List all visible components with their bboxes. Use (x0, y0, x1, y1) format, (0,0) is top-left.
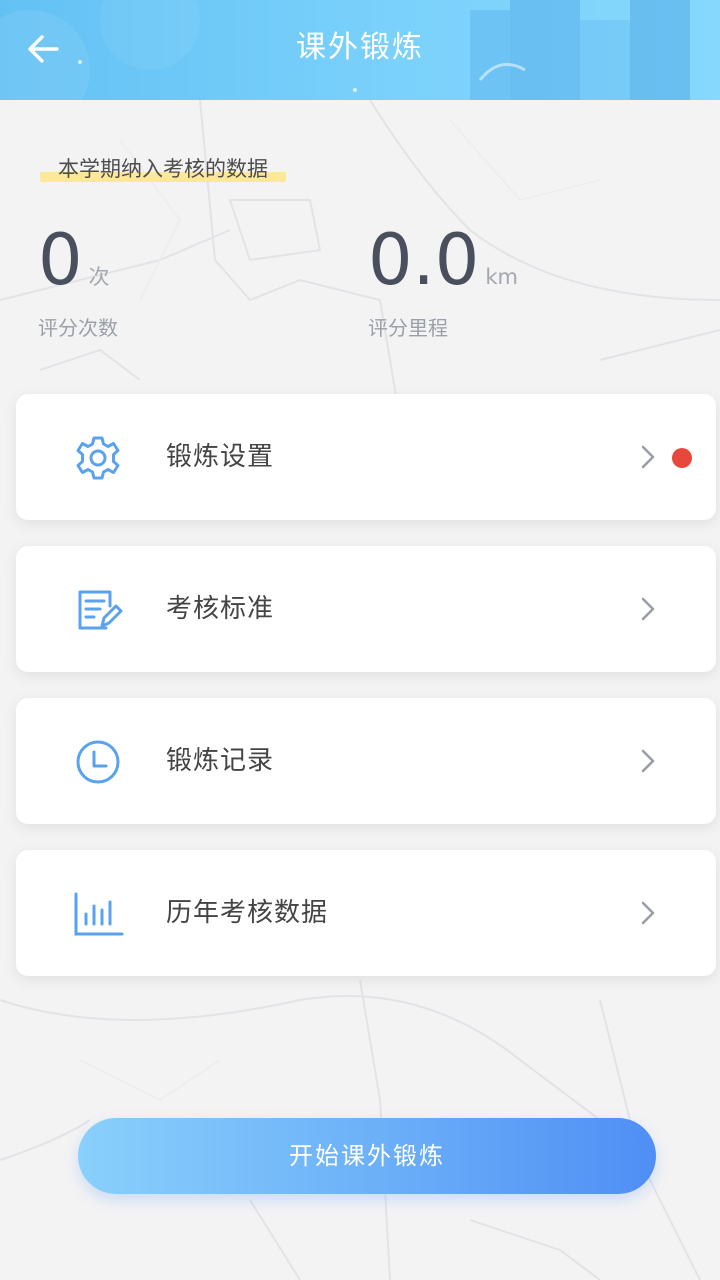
chevron-right-icon (641, 901, 655, 925)
score-distance-value: 0.0 (368, 219, 480, 301)
document-edit-icon (78, 590, 123, 630)
menu-item-assessment-standard[interactable]: 考核标准 (16, 546, 716, 672)
menu-item-label: 考核标准 (166, 594, 275, 624)
bar-chart-icon (74, 892, 124, 936)
app-header: 课外锻炼 (0, 0, 720, 100)
chevron-right-icon (641, 597, 655, 621)
menu-item-exercise-records[interactable]: 锻炼记录 (16, 698, 716, 824)
page-title: 课外锻炼 (296, 30, 424, 65)
chevron-right-icon (641, 445, 655, 469)
menu-item-label: 历年考核数据 (166, 898, 329, 928)
score-count-label: 评分次数 (38, 316, 118, 340)
score-distance-label: 评分里程 (368, 316, 448, 340)
menu-item-historical-data[interactable]: 历年考核数据 (16, 850, 716, 976)
period-label: 本学期纳入考核的数据 (40, 150, 286, 190)
chevron-right-icon (641, 749, 655, 773)
clock-icon (76, 740, 120, 784)
menu-item-label: 锻炼记录 (166, 746, 275, 776)
menu-item-label: 锻炼设置 (166, 442, 275, 472)
notification-badge (672, 448, 692, 468)
score-count-stat: 0次 (38, 222, 110, 298)
start-exercise-button[interactable]: 开始课外锻炼 (78, 1118, 656, 1194)
score-count-value: 0 (38, 219, 83, 301)
menu-item-exercise-settings[interactable]: 锻炼设置 (16, 394, 716, 520)
score-distance-unit: km (485, 265, 518, 289)
gear-icon (76, 436, 120, 480)
score-distance-stat: 0.0 km (368, 222, 518, 298)
score-count-unit: 次 (88, 265, 110, 289)
